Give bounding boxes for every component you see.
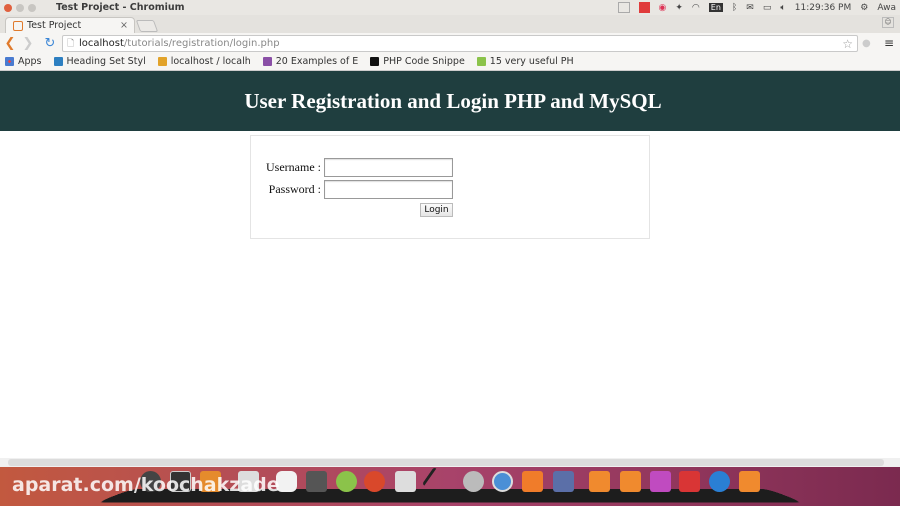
tab-title: Test Project xyxy=(27,20,82,31)
accessibility-icon[interactable] xyxy=(709,471,730,492)
app-indicator-icon[interactable]: ◉ xyxy=(659,3,667,13)
trash-folder-icon[interactable] xyxy=(739,471,760,492)
wifi-icon[interactable]: ◠ xyxy=(692,3,700,13)
shutdown-icon[interactable] xyxy=(679,471,700,492)
tab-strip: Test Project × ☺ xyxy=(0,15,900,33)
mail-icon[interactable]: ✉ xyxy=(746,3,754,13)
firefox-icon[interactable] xyxy=(364,471,385,492)
watermark: aparat.com/koochakzade xyxy=(12,474,280,496)
page-favicon-icon xyxy=(13,20,23,31)
password-label: Password : xyxy=(268,182,321,196)
vp-icon xyxy=(476,57,486,66)
apps-grid-icon xyxy=(5,57,14,66)
bookmark-favicon xyxy=(262,57,272,66)
page-info-icon[interactable]: 🗋︎ xyxy=(67,36,74,52)
workspace-icon[interactable] xyxy=(617,2,630,13)
bookmarks-bar: Apps Heading Set Styl localhost / localh… xyxy=(0,53,900,71)
workspace-switcher-icon[interactable] xyxy=(650,471,671,492)
downloads-folder-icon[interactable] xyxy=(620,471,641,492)
android-studio-icon[interactable] xyxy=(336,471,357,492)
user-name[interactable]: Awa xyxy=(877,3,896,13)
bookmark-star-icon[interactable]: ☆ xyxy=(842,37,853,51)
menu-icon[interactable]: ≡ xyxy=(884,36,894,50)
bookmark-label: PHP Code Snippe xyxy=(383,56,465,67)
system-tray: ◉ ✦ ◠ En ᛒ ✉ ▭ 🔈︎ 11:29:36 PM ⚙ Awa xyxy=(617,0,896,15)
close-window-icon[interactable] xyxy=(4,3,12,12)
bookmark-label: localhost / localh xyxy=(170,56,251,67)
extension-icon[interactable]: ● xyxy=(862,38,871,49)
bookmark-label: 15 very useful PH xyxy=(489,56,574,67)
dock-app-icon[interactable] xyxy=(463,471,484,492)
window-title: Test Project - Chromium xyxy=(56,2,185,13)
url-path: /tutorials/registration/login.php xyxy=(123,38,280,49)
page-header: User Registration and Login PHP and MySQ… xyxy=(0,71,900,131)
username-input[interactable] xyxy=(324,158,453,177)
profile-icon[interactable]: ☺ xyxy=(882,17,894,28)
bookmark-item[interactable]: Heading Set Styl xyxy=(53,56,146,67)
bluetooth-icon[interactable]: ᛒ xyxy=(732,3,737,13)
file-cabinet-icon[interactable] xyxy=(395,471,416,492)
minimize-window-icon[interactable] xyxy=(16,3,24,12)
dock: aparat.com/koochakzade xyxy=(0,466,900,506)
battery-icon[interactable]: ▭ xyxy=(763,3,772,13)
page-title: User Registration and Login PHP and MySQ… xyxy=(244,88,662,113)
bookmark-label: 20 Examples of E xyxy=(275,56,359,67)
tab-close-icon[interactable]: × xyxy=(120,20,128,31)
power-icon[interactable]: ⚙ xyxy=(860,3,868,13)
keyboard-layout-indicator[interactable]: En xyxy=(708,3,723,12)
scrollbar-thumb[interactable] xyxy=(8,459,884,466)
phpmyadmin-icon xyxy=(157,57,167,66)
url-host: localhost xyxy=(79,38,124,49)
login-button[interactable]: Login xyxy=(420,203,453,217)
back-button[interactable]: ❮ xyxy=(1,36,19,51)
tab-test-project[interactable]: Test Project × xyxy=(5,17,135,33)
bookmark-item[interactable]: 15 very useful PH xyxy=(476,56,574,67)
new-tab-button[interactable] xyxy=(135,20,159,32)
phpstorm-icon xyxy=(370,57,380,66)
address-bar[interactable]: 🗋︎ localhost/tutorials/registration/logi… xyxy=(62,35,858,52)
window-title-bar: Test Project - Chromium ◉ ✦ ◠ En ᛒ ✉ ▭ 🔈… xyxy=(0,0,900,15)
password-input[interactable] xyxy=(324,180,453,199)
volume-icon[interactable]: 🔈︎ xyxy=(780,3,785,13)
horizontal-scrollbar[interactable] xyxy=(0,458,900,467)
bookmark-item[interactable]: PHP Code Snippe xyxy=(370,56,465,67)
bookmark-item[interactable]: localhost / localh xyxy=(157,56,251,67)
bookmark-label: Heading Set Styl xyxy=(66,56,146,67)
reload-button[interactable]: ↻ xyxy=(41,36,59,51)
dock-app-icon[interactable] xyxy=(553,471,574,492)
username-label: Username : xyxy=(266,160,321,174)
sublime-text-icon[interactable] xyxy=(306,471,327,492)
record-icon[interactable] xyxy=(638,2,650,13)
chromium-icon[interactable] xyxy=(492,471,513,492)
bookmark-item[interactable]: 20 Examples of E xyxy=(262,56,359,67)
presentation-icon[interactable] xyxy=(522,471,543,492)
toolbar: ❮ ❯ ↻ 🗋︎ localhost/tutorials/registratio… xyxy=(0,33,900,53)
bookmark-favicon xyxy=(53,57,63,66)
backup-folder-icon[interactable] xyxy=(589,471,610,492)
bookmark-label: Apps xyxy=(18,56,42,67)
dropbox-icon[interactable]: ✦ xyxy=(675,3,683,13)
bookmark-apps[interactable]: Apps xyxy=(5,56,42,67)
login-form: Username : Password : Login xyxy=(250,135,650,239)
clock[interactable]: 11:29:36 PM xyxy=(795,3,851,13)
forward-button[interactable]: ❯ xyxy=(19,36,37,51)
maximize-window-icon[interactable] xyxy=(28,3,36,12)
